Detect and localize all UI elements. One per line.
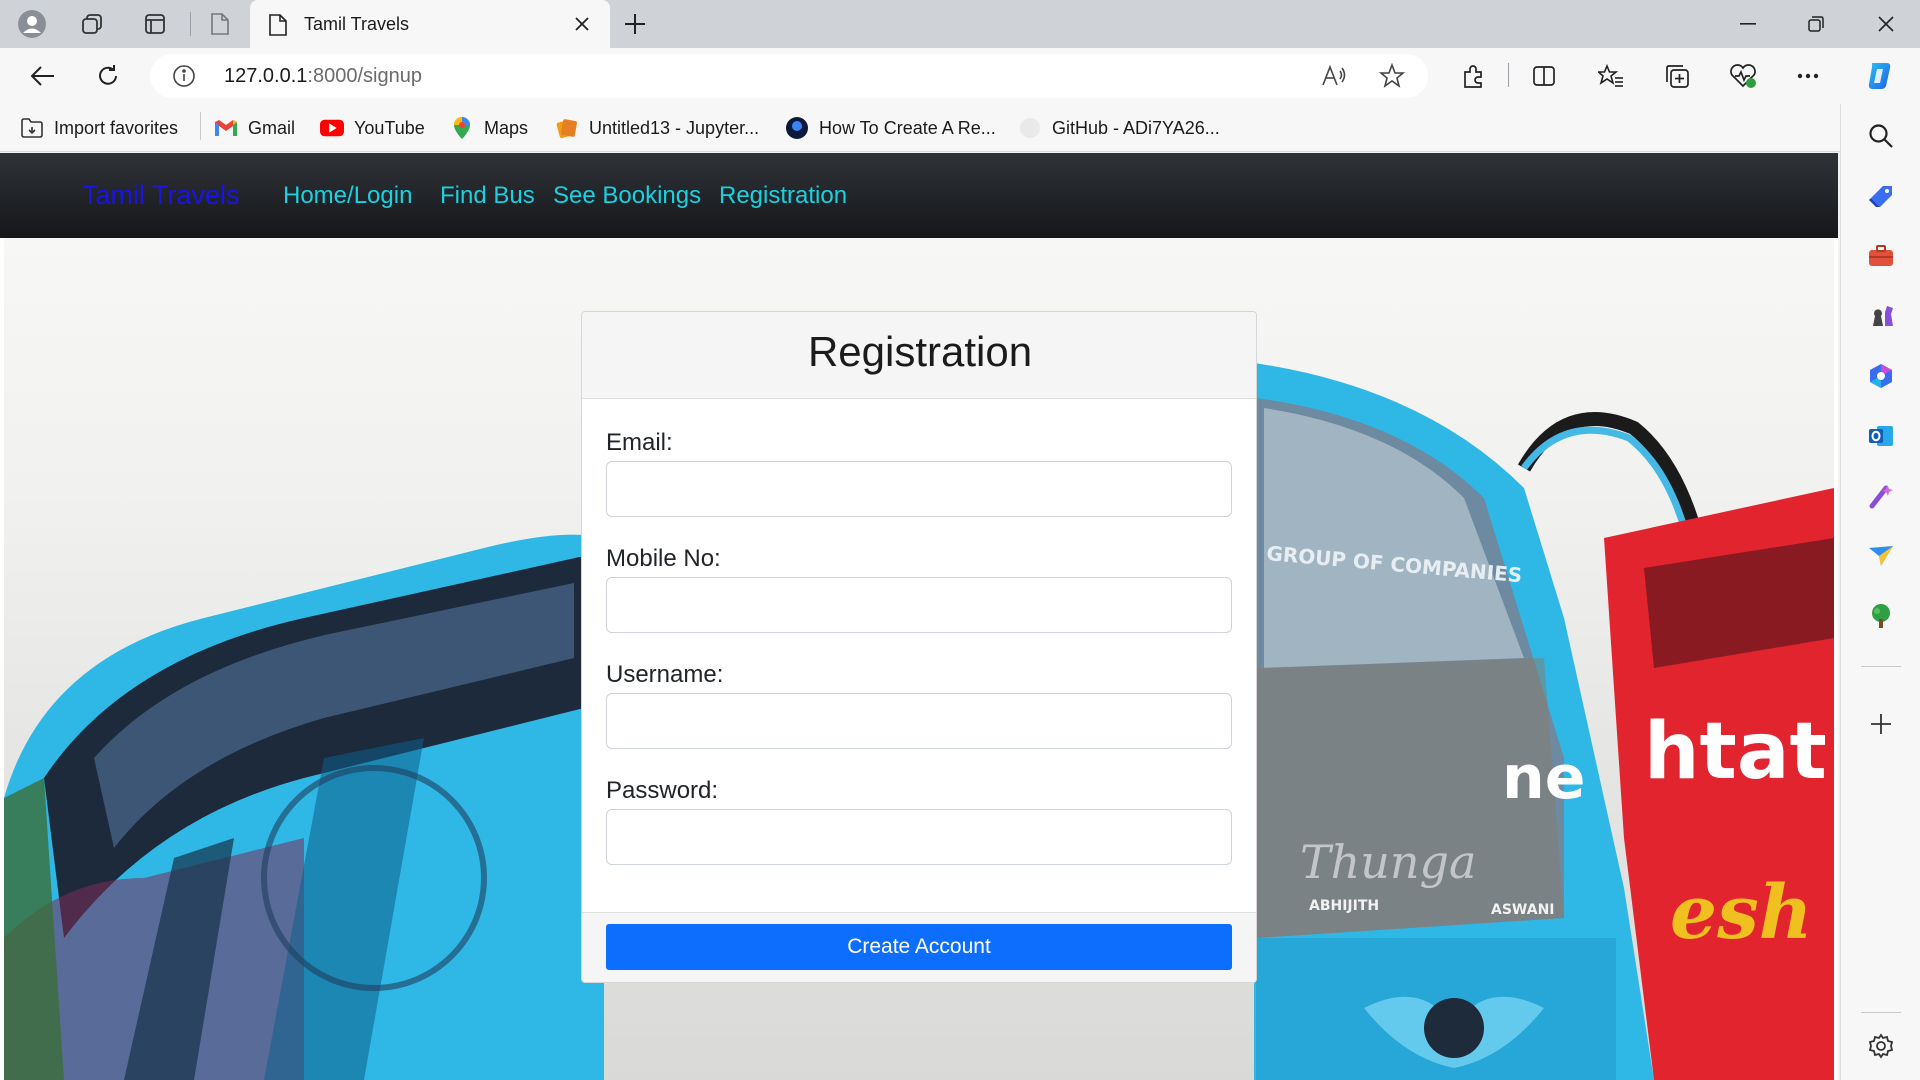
favorite-gmail[interactable]: Gmail xyxy=(214,114,295,142)
svg-text:htat.: htat. xyxy=(1644,707,1834,797)
read-aloud-icon[interactable] xyxy=(1320,62,1348,90)
page-icon xyxy=(268,13,288,42)
favorite-label: YouTube xyxy=(354,117,425,138)
tree-icon[interactable] xyxy=(1861,596,1901,636)
favorite-label: Gmail xyxy=(248,117,296,138)
registration-card: Registration Email: Mobile No: Username:… xyxy=(581,311,1257,983)
browser-title-bar: Tamil Travels xyxy=(0,0,1920,48)
refresh-icon[interactable] xyxy=(86,54,130,98)
favorite-jupyter[interactable]: Untitled13 - Jupyter... xyxy=(555,114,759,142)
tab-title: Tamil Travels xyxy=(304,14,410,34)
nav-link-home-login[interactable]: Home/Login xyxy=(283,182,412,210)
svg-text:ASWANI: ASWANI xyxy=(1491,902,1555,918)
tools-briefcase-icon[interactable] xyxy=(1861,236,1901,276)
sidebar-divider xyxy=(1861,666,1901,667)
maps-icon xyxy=(450,116,474,140)
favorite-how-to-create[interactable]: How To Create A Re... xyxy=(785,114,996,142)
restore-icon[interactable] xyxy=(1782,0,1850,48)
favorite-youtube[interactable]: YouTube xyxy=(320,114,425,142)
email-field[interactable] xyxy=(606,461,1232,517)
back-icon[interactable] xyxy=(20,54,64,98)
tab-actions-icon[interactable] xyxy=(137,6,173,42)
mobile-label: Mobile No: xyxy=(606,545,721,572)
password-field[interactable] xyxy=(606,809,1232,865)
favorite-label: Untitled13 - Jupyter... xyxy=(589,117,760,138)
games-chess-icon[interactable] xyxy=(1861,296,1901,336)
new-tab-icon[interactable] xyxy=(617,6,653,42)
svg-text:esh: esh xyxy=(1670,870,1813,956)
search-icon[interactable] xyxy=(1861,116,1901,156)
favorite-label: How To Create A Re... xyxy=(819,117,996,138)
import-icon xyxy=(20,116,44,140)
send-plane-icon[interactable] xyxy=(1861,536,1901,576)
mobile-field[interactable] xyxy=(606,577,1232,633)
svg-text:ne: ne xyxy=(1502,743,1585,813)
copilot-icon[interactable] xyxy=(1860,56,1900,96)
site-brand[interactable]: Tamil Travels xyxy=(82,180,240,211)
github-icon xyxy=(1018,116,1042,140)
favorites-icon[interactable] xyxy=(1591,56,1631,96)
browser-essentials-icon[interactable] xyxy=(1723,56,1763,96)
page-title: Registration xyxy=(807,328,1033,375)
new-page-icon[interactable] xyxy=(202,6,238,42)
card-footer: Create Account xyxy=(582,912,1256,982)
settings-gear-icon[interactable] xyxy=(1861,1026,1901,1066)
minimize-icon[interactable] xyxy=(1714,0,1782,48)
jupyter-icon xyxy=(555,116,579,140)
profile-icon[interactable] xyxy=(14,6,50,42)
microsoft-365-icon[interactable] xyxy=(1861,356,1901,396)
workspaces-icon[interactable] xyxy=(74,6,110,42)
web-page: Tamil Travels Home/Login Find Bus See Bo… xyxy=(0,153,1838,1080)
password-label: Password: xyxy=(606,777,719,804)
close-window-icon[interactable] xyxy=(1852,0,1920,48)
svg-text:ABHIJITH: ABHIJITH xyxy=(1309,898,1379,914)
browser-toolbar: 127.0.0.1:8000/signup xyxy=(0,48,1920,104)
svg-text:Thunga: Thunga xyxy=(1300,835,1476,889)
username-label: Username: xyxy=(606,661,724,688)
browser-sidebar xyxy=(1840,104,1920,1080)
url-host: 127.0.0.1 xyxy=(224,65,308,87)
more-menu-icon[interactable] xyxy=(1788,56,1828,96)
url-text[interactable]: 127.0.0.1:8000/signup xyxy=(224,65,422,88)
toolbar-divider xyxy=(1508,63,1509,87)
nav-link-registration[interactable]: Registration xyxy=(719,182,847,210)
outlook-icon[interactable] xyxy=(1861,416,1901,456)
close-tab-icon[interactable] xyxy=(564,6,600,42)
sidebar-divider xyxy=(1861,1012,1901,1013)
favorite-star-icon[interactable] xyxy=(1378,62,1406,90)
site-info-icon[interactable] xyxy=(172,64,196,88)
designer-wand-icon[interactable] xyxy=(1861,476,1901,516)
favorite-import[interactable]: Import favorites xyxy=(20,114,178,142)
youtube-icon xyxy=(320,116,344,140)
gmail-icon xyxy=(214,116,238,140)
split-screen-icon[interactable] xyxy=(1524,56,1564,96)
favorites-divider xyxy=(200,112,201,140)
email-label: Email: xyxy=(606,429,673,456)
shopping-tag-icon[interactable] xyxy=(1861,176,1901,216)
username-field[interactable] xyxy=(606,693,1232,749)
favorite-github[interactable]: GitHub - ADi7YA26... xyxy=(1018,114,1220,142)
extensions-icon[interactable] xyxy=(1453,56,1493,96)
card-header: Registration xyxy=(582,312,1256,399)
nav-link-see-bookings[interactable]: See Bookings xyxy=(553,182,701,210)
site-icon xyxy=(785,116,809,140)
nav-link-find-bus[interactable]: Find Bus xyxy=(440,182,535,210)
address-bar[interactable]: 127.0.0.1:8000/signup xyxy=(150,54,1428,98)
favorites-bar: Import favorites Gmail YouTube Maps Unti… xyxy=(0,104,1840,152)
titlebar-divider xyxy=(190,12,191,36)
site-navbar: Tamil Travels Home/Login Find Bus See Bo… xyxy=(0,153,1838,238)
favorite-maps[interactable]: Maps xyxy=(450,114,528,142)
url-path: :8000/signup xyxy=(307,65,422,87)
create-account-button[interactable]: Create Account xyxy=(606,924,1232,970)
add-icon[interactable] xyxy=(1861,704,1901,744)
favorite-label: GitHub - ADi7YA26... xyxy=(1052,117,1220,138)
tab-tamil-travels[interactable]: Tamil Travels xyxy=(250,0,610,48)
collections-icon[interactable] xyxy=(1657,56,1697,96)
favorite-label: Import favorites xyxy=(54,117,179,138)
favorite-label: Maps xyxy=(484,117,529,138)
